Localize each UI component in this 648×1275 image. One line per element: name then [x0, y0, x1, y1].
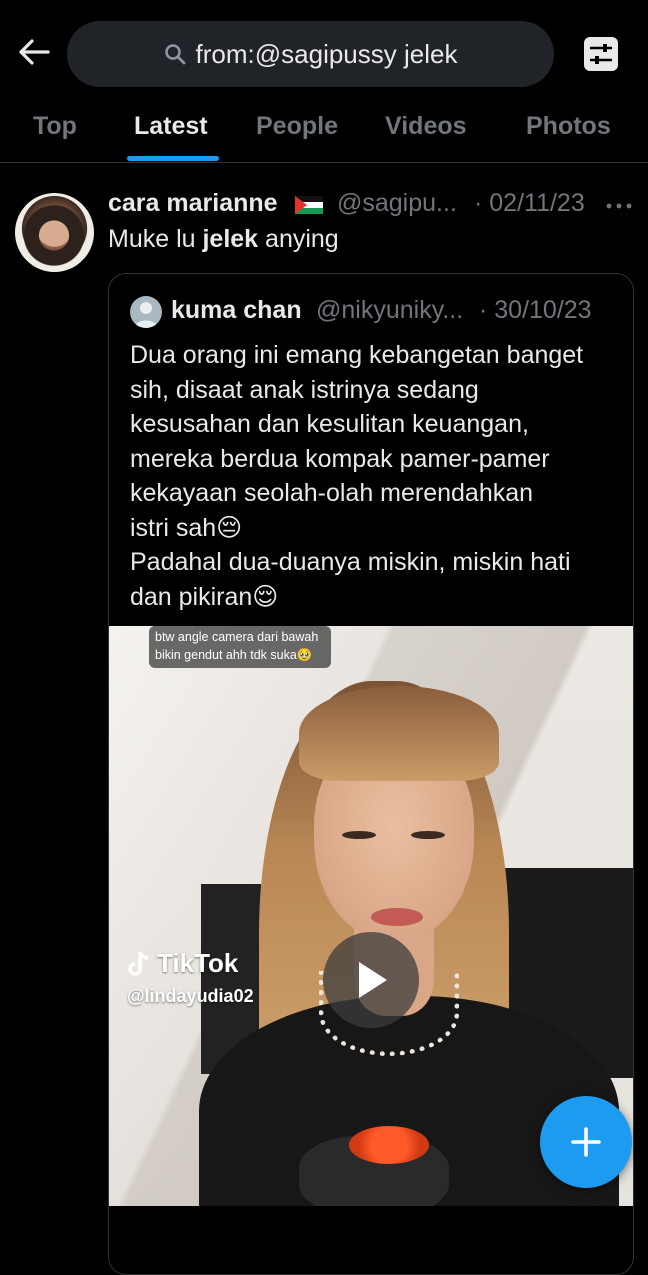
tweet-text: Muke lu jelek anying — [108, 225, 339, 253]
search-match-highlight: jelek — [202, 225, 259, 253]
quoted-tweet-date: · 30/10/23 — [479, 296, 592, 324]
search-query: from:@sagipussy jelek — [195, 38, 458, 69]
tweet-author-name[interactable]: cara marianne — [108, 189, 278, 218]
active-tab-indicator — [127, 156, 219, 161]
tab-people[interactable]: People — [256, 112, 338, 141]
search-input[interactable]: from:@sagipussy jelek — [67, 21, 554, 87]
tiktok-username: @lindayudia02 — [127, 986, 254, 1006]
tweet-date[interactable]: · 02/11/23 — [474, 189, 585, 218]
play-icon — [359, 962, 387, 998]
arrow-left-icon — [19, 39, 50, 65]
compose-button[interactable] — [540, 1096, 632, 1188]
quoted-tweet-text: Dua orang ini emang kebangetan banget si… — [130, 341, 584, 611]
tiktok-logo-icon — [127, 950, 151, 978]
more-dots-icon[interactable] — [604, 191, 634, 221]
video-caption: btw angle camera dari bawah bikin gendut… — [149, 626, 331, 668]
avatar[interactable] — [15, 193, 94, 272]
quoted-tweet-header: kuma chan @nikyuniky... · 30/10/23 — [171, 296, 592, 325]
search-tabs: Top Latest People Videos Photos — [0, 100, 648, 163]
quoted-avatar — [130, 296, 162, 328]
tweet-author-handle[interactable]: @sagipu... — [337, 189, 457, 218]
tab-top[interactable]: Top — [33, 112, 77, 141]
tab-videos[interactable]: Videos — [385, 112, 467, 141]
quoted-author-handle: @nikyuniky... — [316, 296, 464, 324]
search-filter-button[interactable] — [578, 32, 624, 76]
plus-icon — [571, 1127, 601, 1157]
sliders-icon — [584, 37, 618, 71]
tab-latest[interactable]: Latest — [134, 112, 208, 141]
top-bar: from:@sagipussy jelek — [0, 0, 648, 108]
palestine-flag-icon — [295, 196, 323, 214]
tweet[interactable]: cara marianne @sagipu... · 02/11/23 Muke… — [0, 163, 648, 1275]
tiktok-watermark: TikTok — [127, 948, 238, 979]
back-button[interactable] — [14, 32, 54, 72]
play-button[interactable] — [323, 932, 419, 1028]
search-icon — [164, 43, 186, 65]
quoted-author-name: kuma chan — [171, 296, 302, 324]
tab-photos[interactable]: Photos — [526, 112, 611, 141]
tweet-header: cara marianne @sagipu... · 02/11/23 — [108, 189, 632, 225]
